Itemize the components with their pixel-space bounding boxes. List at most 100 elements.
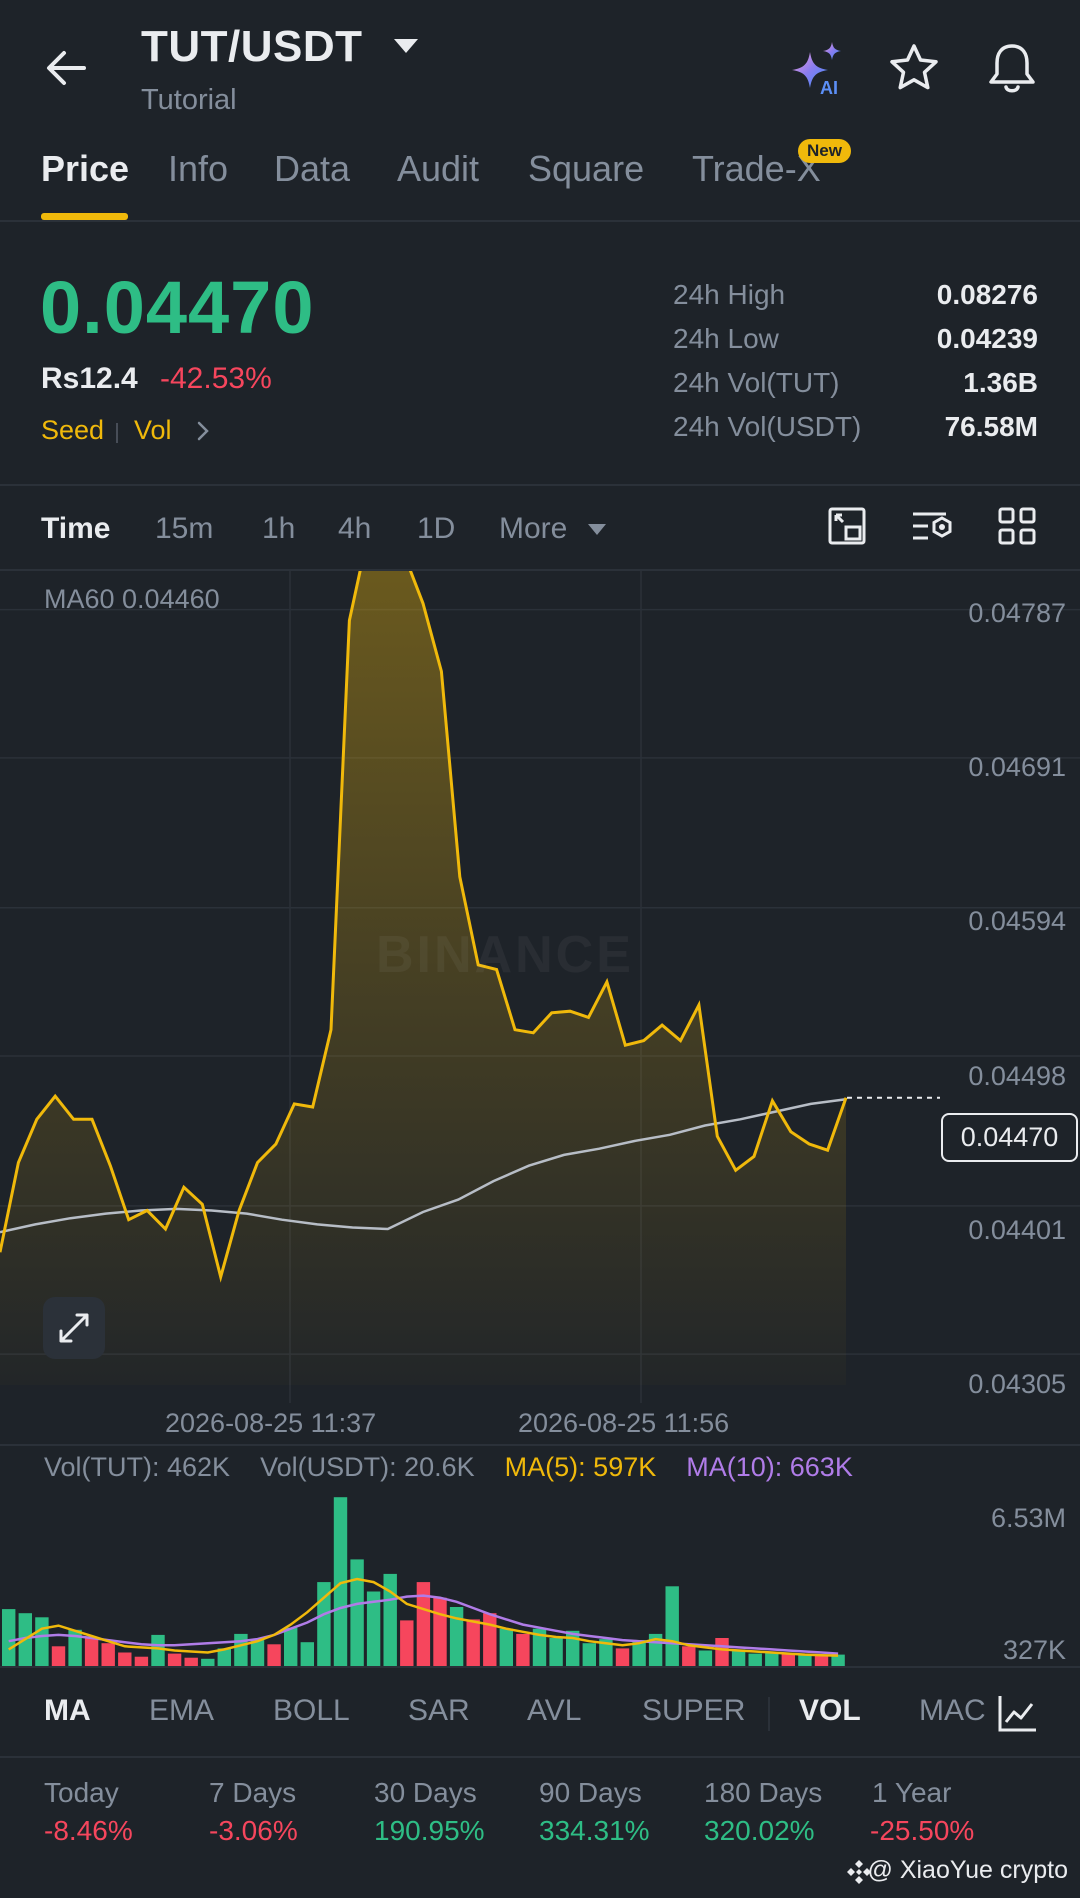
indicator-vol[interactable]: VOL <box>799 1694 861 1728</box>
volume-bar <box>715 1638 729 1666</box>
tag-seed[interactable]: Seed <box>41 415 104 446</box>
x-tick: 2026-08-25 11:37 <box>165 1408 377 1438</box>
volume-divider <box>0 1666 1080 1668</box>
tab-price[interactable]: Price <box>41 148 129 190</box>
volume-info: Vol(TUT): 462K Vol(USDT): 20.6K MA(5): 5… <box>44 1452 853 1483</box>
indicator-sar[interactable]: SAR <box>408 1694 470 1728</box>
volume-bar <box>167 1653 182 1666</box>
pair-subtitle: Tutorial <box>141 84 237 116</box>
bell-icon[interactable] <box>985 40 1039 96</box>
volume-bar <box>184 1657 198 1666</box>
perf-label-today: Today <box>44 1777 119 1808</box>
volume-bar <box>682 1646 696 1666</box>
current-price-tag: 0.04470 <box>941 1113 1078 1162</box>
stat-value-24h-low: 0.04239 <box>936 323 1038 354</box>
svg-text:AI: AI <box>820 78 838 96</box>
credit-text: @ XiaoYue crypto <box>867 1856 1069 1884</box>
volume-bar <box>781 1653 795 1666</box>
stat-value-24h-high: 0.08276 <box>936 279 1038 310</box>
volume-bar <box>466 1619 480 1666</box>
binance-watermark: BINANCE <box>376 926 634 984</box>
vol-y-tick-min: 327K <box>1002 1635 1066 1665</box>
chevron-right-icon[interactable] <box>196 420 210 442</box>
volume-bar <box>151 1634 165 1666</box>
tab-square[interactable]: Square <box>528 148 644 190</box>
y-tick: 0.04305 <box>968 1369 1066 1399</box>
perf-label-180d: 180 Days <box>704 1777 823 1808</box>
perf-label-7d: 7 Days <box>209 1777 297 1808</box>
perf-label-90d: 90 Days <box>539 1777 642 1808</box>
volume-bar <box>118 1652 132 1666</box>
expand-chart-button[interactable] <box>43 1297 105 1359</box>
line-chart-icon[interactable] <box>996 1692 1038 1734</box>
volume-bar <box>698 1650 713 1666</box>
vol-tut-label: Vol(TUT): 462K <box>44 1452 231 1482</box>
interval-more[interactable]: More <box>499 512 567 546</box>
caret-down-icon[interactable] <box>392 36 420 56</box>
volume-bar <box>250 1640 265 1666</box>
volume-bar <box>267 1644 281 1666</box>
perf-label-1y: 1 Year <box>872 1777 952 1808</box>
stat-value-24h-vol-tut: 1.36B <box>963 367 1038 398</box>
tabs-divider <box>0 220 1080 222</box>
indicator-settings-icon[interactable] <box>910 505 954 547</box>
star-icon[interactable] <box>888 42 940 94</box>
vol-ma5-label: MA(5): 597K <box>504 1452 657 1482</box>
caret-down-icon[interactable] <box>587 522 607 536</box>
volume-bar <box>201 1658 215 1666</box>
tab-audit[interactable]: Audit <box>397 148 479 190</box>
volume-bar <box>84 1638 99 1666</box>
interval-1h[interactable]: 1h <box>262 512 295 546</box>
y-tick: 0.04401 <box>968 1215 1066 1245</box>
back-arrow-icon[interactable] <box>40 40 96 96</box>
volume-bar <box>449 1607 464 1666</box>
volume-bar <box>748 1653 762 1666</box>
indicator-macd[interactable]: MAC <box>919 1694 991 1728</box>
volume-bar <box>814 1655 829 1666</box>
indicator-ma[interactable]: MA <box>44 1694 91 1728</box>
indicator-avl[interactable]: AVL <box>527 1694 581 1728</box>
stat-label-24h-high: 24h High <box>673 279 786 310</box>
price-change-percent: -42.53% <box>160 362 272 395</box>
vol-y-tick-max: 6.53M <box>990 1503 1066 1533</box>
interval-1d[interactable]: 1D <box>417 512 455 546</box>
layout-grid-icon[interactable] <box>996 505 1038 547</box>
stat-label-24h-low: 24h Low <box>673 323 779 354</box>
volume-bar <box>765 1652 779 1666</box>
volume-bar <box>566 1630 580 1666</box>
chart-divider <box>0 1444 1080 1446</box>
interval-time[interactable]: Time <box>41 512 110 546</box>
tag-vol[interactable]: Vol <box>134 415 172 446</box>
chart-settings-icon[interactable] <box>826 505 868 547</box>
interval-4h[interactable]: 4h <box>338 512 371 546</box>
ai-sparkle-icon[interactable]: AI <box>790 40 848 96</box>
stat-value-24h-vol-usdt: 76.58M <box>944 411 1038 442</box>
volume-bar <box>400 1620 414 1666</box>
volume-bar <box>101 1643 115 1666</box>
volume-bar <box>483 1613 497 1666</box>
tab-info[interactable]: Info <box>168 148 228 190</box>
indicator-super[interactable]: SUPER <box>642 1694 745 1728</box>
interval-15m[interactable]: 15m <box>155 512 213 546</box>
expand-icon <box>59 1313 89 1343</box>
last-price: 0.04470 <box>40 266 315 349</box>
perf-value-today: -8.46% <box>44 1815 133 1846</box>
fiat-price: Rs12.4 <box>41 362 138 395</box>
volume-bar <box>798 1654 812 1666</box>
y-tick: 0.04498 <box>968 1061 1066 1091</box>
indicator-ema[interactable]: EMA <box>149 1694 214 1728</box>
pair-title[interactable]: TUT/USDT <box>141 22 363 72</box>
indicator-separator <box>768 1697 770 1731</box>
stat-label-24h-vol-usdt: 24h Vol(USDT) <box>673 411 862 442</box>
indicator-boll[interactable]: BOLL <box>273 1694 350 1728</box>
tab-data[interactable]: Data <box>274 148 350 190</box>
volume-bar <box>300 1642 314 1666</box>
volume-bar <box>350 1559 364 1666</box>
volume-bar <box>549 1638 563 1666</box>
new-badge: New <box>798 139 851 163</box>
volume-bar <box>51 1646 66 1666</box>
y-tick: 0.04787 <box>968 598 1066 628</box>
perf-value-30d: 190.95% <box>374 1815 485 1846</box>
volume-chart[interactable] <box>0 1490 1080 1666</box>
price-chart[interactable] <box>0 571 1080 1403</box>
